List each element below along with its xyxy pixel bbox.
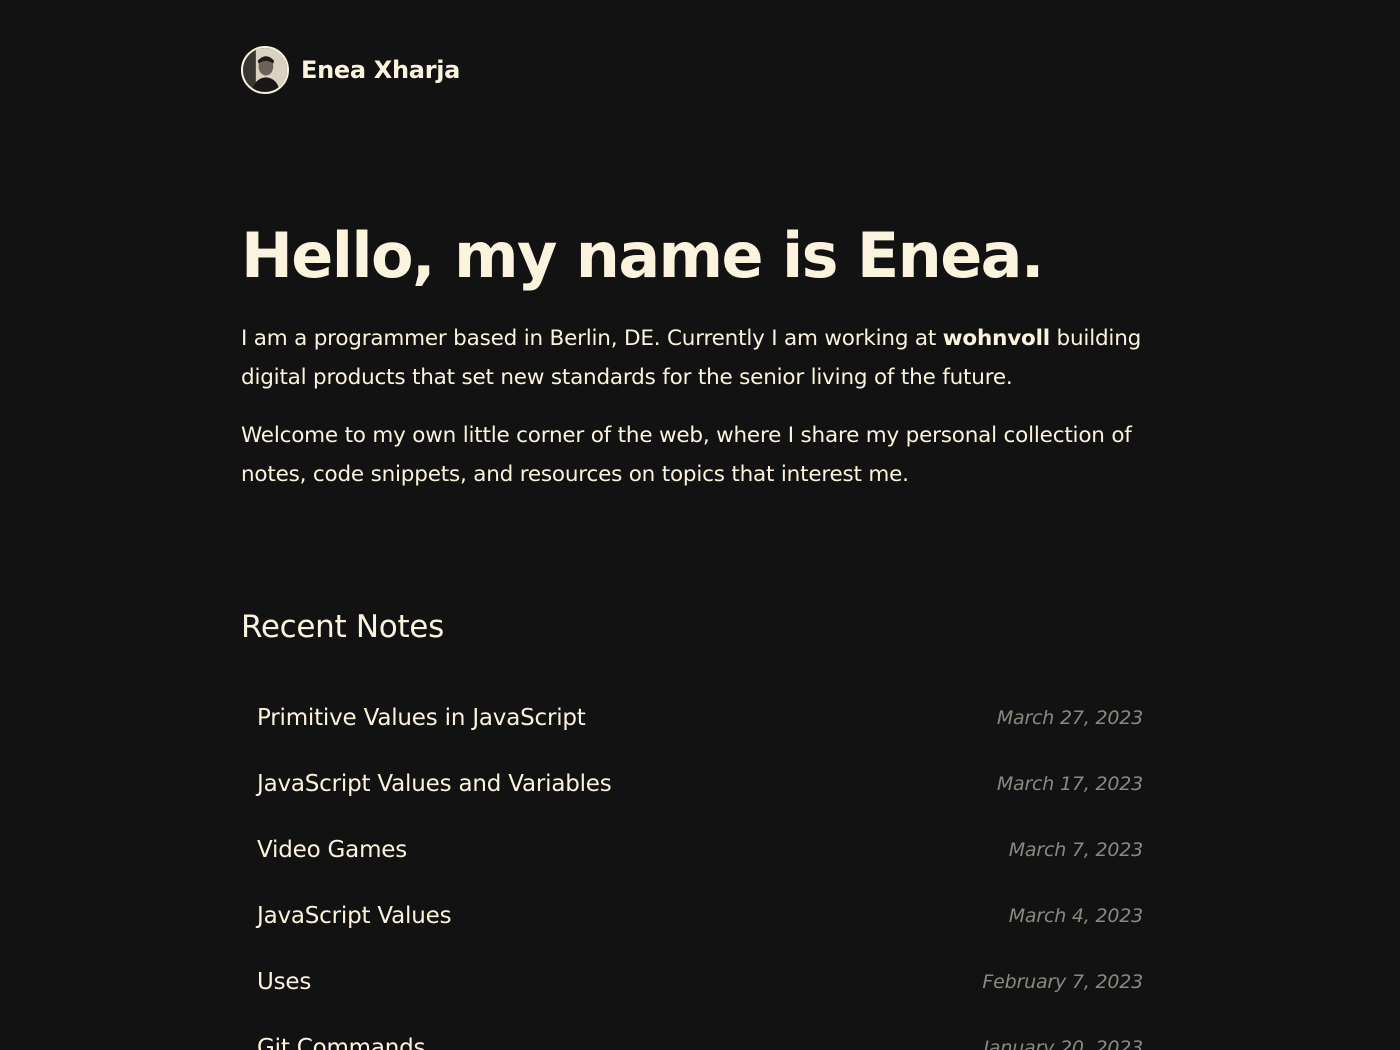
note-item: Git Commands January 20, 2023: [241, 1012, 1143, 1050]
bio-intro: I am a programmer based in Berlin, DE. C…: [241, 326, 943, 351]
note-title-link[interactable]: Uses: [257, 969, 311, 995]
note-date: February 7, 2023: [982, 970, 1143, 993]
note-date: March 4, 2023: [1008, 904, 1143, 927]
note-title-link[interactable]: Primitive Values in JavaScript: [257, 705, 586, 731]
note-title-link[interactable]: JavaScript Values and Variables: [257, 771, 612, 797]
note-title-link[interactable]: Git Commands: [257, 1035, 426, 1050]
note-item: JavaScript Values March 4, 2023: [241, 880, 1143, 951]
note-item: Uses February 7, 2023: [241, 946, 1143, 1017]
note-title-link[interactable]: Video Games: [257, 837, 407, 863]
main-content: Hello, my name is Enea. I am a programme…: [241, 218, 1143, 1050]
recent-notes-section: Recent Notes Primitive Values in JavaScr…: [241, 607, 1143, 1050]
note-date: March 27, 2023: [996, 706, 1143, 729]
note-item: Primitive Values in JavaScript March 27,…: [241, 682, 1143, 753]
note-date: March 17, 2023: [996, 772, 1143, 795]
welcome-paragraph: Welcome to my own little corner of the w…: [241, 423, 1132, 487]
note-item: Video Games March 7, 2023: [241, 814, 1143, 885]
site-header: Enea Xharja: [241, 44, 1143, 96]
note-date: January 20, 2023: [983, 1036, 1144, 1050]
site-name-link[interactable]: Enea Xharja: [301, 56, 460, 84]
avatar-photo-icon: [243, 48, 287, 92]
bio-paragraph: I am a programmer based in Berlin, DE. C…: [241, 320, 1143, 397]
employer-link[interactable]: wohnvoll: [943, 326, 1050, 351]
note-title-link[interactable]: JavaScript Values: [257, 903, 452, 929]
recent-notes-list: Primitive Values in JavaScript March 27,…: [241, 682, 1143, 1050]
hero-heading: Hello, my name is Enea.: [241, 219, 1044, 292]
page-container: Enea Xharja Hello, my name is Enea. I am…: [241, 44, 1143, 1050]
recent-notes-title: Recent Notes: [241, 609, 444, 645]
note-item: JavaScript Values and Variables March 17…: [241, 748, 1143, 819]
note-date: March 7, 2023: [1008, 838, 1143, 861]
avatar[interactable]: [241, 46, 289, 94]
